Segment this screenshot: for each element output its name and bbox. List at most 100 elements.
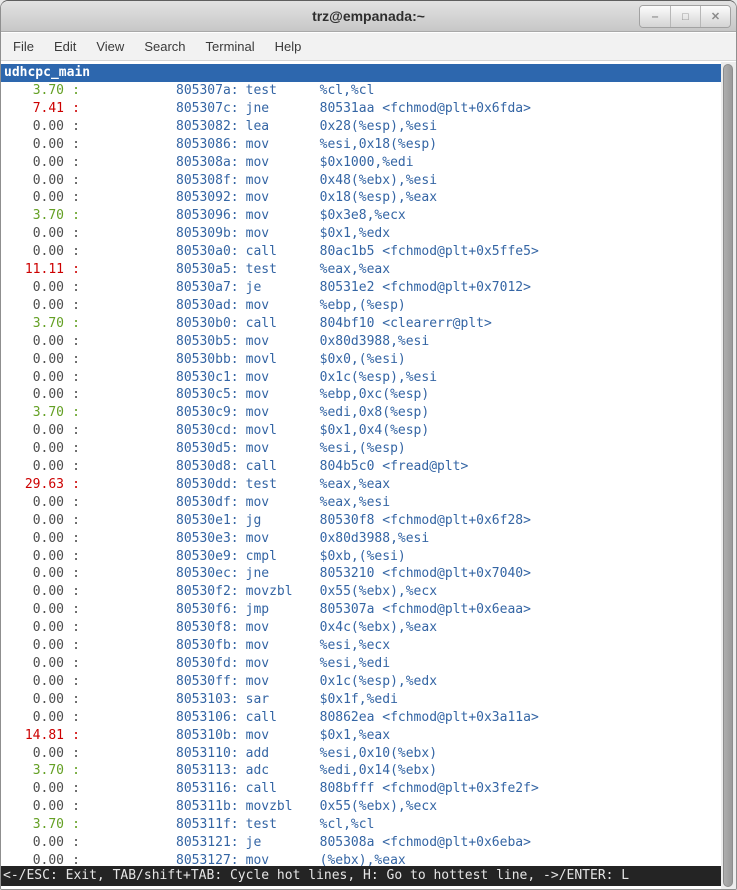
asm-line[interactable]: 0.00:80530df:mov%eax,%esi: [1, 494, 721, 512]
asm-line[interactable]: 0.00:805311b:movzbl0x55(%ebx),%ecx: [1, 798, 721, 816]
instruction-address: 80530bb:: [176, 351, 239, 369]
asm-line[interactable]: 0.00:8053121:je805308a <fchmod@plt+0x6eb…: [1, 834, 721, 852]
instruction-operands: $0x1,%eax: [320, 728, 390, 743]
asm-line[interactable]: 0.00:805308a:mov$0x1000,%edi: [1, 154, 721, 172]
scrollbar-track[interactable]: [721, 62, 736, 889]
close-button[interactable]: ✕: [700, 6, 730, 27]
instruction-mnemonic: call: [246, 780, 320, 798]
asm-line[interactable]: 3.70:8053096:mov$0x3e8,%ecx: [1, 207, 721, 225]
asm-line[interactable]: 0.00:8053110:add%esi,0x10(%ebx): [1, 745, 721, 763]
instruction-mnemonic: movl: [246, 351, 320, 369]
asm-line[interactable]: 29.63:80530dd:test%eax,%eax: [1, 476, 721, 494]
asm-line[interactable]: 0.00:80530f2:movzbl0x55(%ebx),%ecx: [1, 583, 721, 601]
asm-line[interactable]: 0.00:80530c5:mov%ebp,0xc(%esp): [1, 386, 721, 404]
instruction-operands: 0x18(%esp),%eax: [320, 190, 437, 205]
instruction-address: 805310b:: [176, 727, 239, 745]
column-separator: :: [64, 798, 88, 816]
instruction-address: 80530f2:: [176, 583, 239, 601]
asm-line[interactable]: 0.00:80530ad:mov%ebp,(%esp): [1, 297, 721, 315]
minimize-button[interactable]: ‒: [640, 6, 670, 27]
asm-line[interactable]: 0.00:80530fd:mov%esi,%edi: [1, 655, 721, 673]
instruction-mnemonic: jne: [246, 100, 320, 118]
asm-line[interactable]: 0.00:80530b5:mov0x80d3988,%esi: [1, 333, 721, 351]
asm-line[interactable]: 0.00:80530f8:mov0x4c(%ebx),%eax: [1, 619, 721, 637]
asm-line[interactable]: 0.00:80530cd:movl$0x1,0x4(%esp): [1, 422, 721, 440]
asm-line[interactable]: 7.41:805307c:jne80531aa <fchmod@plt+0x6f…: [1, 100, 721, 118]
instruction-mnemonic: je: [246, 834, 320, 852]
asm-line[interactable]: 0.00:805308f:mov0x48(%ebx),%esi: [1, 172, 721, 190]
asm-line[interactable]: 3.70:80530b0:call804bf10 <clearerr@plt>: [1, 315, 721, 333]
asm-line[interactable]: 0.00:80530d8:call804b5c0 <fread@plt>: [1, 458, 721, 476]
asm-line[interactable]: 3.70:805307a:test%cl,%cl: [1, 82, 721, 100]
asm-line[interactable]: 0.00:8053082:lea0x28(%esp),%esi: [1, 118, 721, 136]
instruction-address: 80530b5:: [176, 333, 239, 351]
asm-line[interactable]: 3.70:805311f:test%cl,%cl: [1, 816, 721, 834]
maximize-button[interactable]: □: [670, 6, 700, 27]
column-separator: :: [64, 422, 88, 440]
asm-line[interactable]: 14.81:805310b:mov$0x1,%eax: [1, 727, 721, 745]
instruction-address: 80530f6:: [176, 601, 239, 619]
instruction-address: 805308f:: [176, 172, 239, 190]
menu-item-view[interactable]: View: [86, 34, 134, 59]
asm-line[interactable]: 0.00:8053103:sar$0x1f,%edi: [1, 691, 721, 709]
asm-line[interactable]: 0.00:80530ff:mov0x1c(%esp),%edx: [1, 673, 721, 691]
column-separator: :: [64, 404, 88, 422]
instruction-mnemonic: mov: [246, 154, 320, 172]
asm-line[interactable]: 0.00:80530e1:jg80530f8 <fchmod@plt+0x6f2…: [1, 512, 721, 530]
instruction-mnemonic: mov: [246, 172, 320, 190]
menu-item-help[interactable]: Help: [265, 34, 312, 59]
menu-item-file[interactable]: File: [3, 34, 44, 59]
asm-line[interactable]: 3.70:8053113:adc%edi,0x14(%ebx): [1, 762, 721, 780]
terminal-viewport[interactable]: udhcpc_main 3.70:805307a:test%cl,%cl7.41…: [1, 62, 736, 889]
instruction-mnemonic: mov: [246, 440, 320, 458]
instruction-operands: 0x4c(%ebx),%eax: [320, 620, 437, 635]
asm-line[interactable]: 0.00:8053092:mov0x18(%esp),%eax: [1, 189, 721, 207]
column-separator: :: [64, 297, 88, 315]
instruction-operands: 805307a <fchmod@plt+0x6eaa>: [320, 602, 531, 617]
asm-line[interactable]: 0.00:80530e3:mov0x80d3988,%esi: [1, 530, 721, 548]
instruction-mnemonic: mov: [246, 369, 320, 387]
instruction-operands: 0x80d3988,%esi: [320, 334, 430, 349]
menu-item-search[interactable]: Search: [134, 34, 195, 59]
asm-line[interactable]: 0.00:8053086:mov%esi,0x18(%esp): [1, 136, 721, 154]
asm-line[interactable]: 0.00:80530a0:call80ac1b5 <fchmod@plt+0x5…: [1, 243, 721, 261]
asm-line[interactable]: 0.00:80530f6:jmp805307a <fchmod@plt+0x6e…: [1, 601, 721, 619]
title-bar[interactable]: trz@empanada:~ ‒ □ ✕: [1, 1, 736, 32]
instruction-mnemonic: call: [246, 243, 320, 261]
column-separator: :: [64, 154, 88, 172]
asm-line[interactable]: 0.00:80530a7:je80531e2 <fchmod@plt+0x701…: [1, 279, 721, 297]
asm-line[interactable]: 0.00:8053116:call808bfff <fchmod@plt+0x3…: [1, 780, 721, 798]
asm-line[interactable]: 0.00:805309b:mov$0x1,%edx: [1, 225, 721, 243]
sample-percent: 0.00: [4, 798, 64, 816]
instruction-mnemonic: call: [246, 709, 320, 727]
column-separator: :: [64, 386, 88, 404]
instruction-mnemonic: mov: [246, 530, 320, 548]
maximize-icon: □: [682, 11, 689, 23]
instruction-address: 80530ff:: [176, 673, 239, 691]
function-header[interactable]: udhcpc_main: [1, 64, 721, 82]
column-separator: :: [64, 494, 88, 512]
sample-percent: 0.00: [4, 118, 64, 136]
asm-line[interactable]: 0.00:8053106:call80862ea <fchmod@plt+0x3…: [1, 709, 721, 727]
asm-line[interactable]: 3.70:80530c9:mov%edi,0x8(%esp): [1, 404, 721, 422]
instruction-address: 80530e3:: [176, 530, 239, 548]
asm-line[interactable]: 0.00:80530ec:jne8053210 <fchmod@plt+0x70…: [1, 565, 721, 583]
asm-line[interactable]: 0.00:80530c1:mov0x1c(%esp),%esi: [1, 369, 721, 387]
asm-line[interactable]: 0.00:80530e9:cmpl$0xb,(%esi): [1, 548, 721, 566]
asm-line[interactable]: 0.00:80530bb:movl$0x0,(%esi): [1, 351, 721, 369]
instruction-operands: 804bf10 <clearerr@plt>: [320, 316, 492, 331]
menu-item-terminal[interactable]: Terminal: [196, 34, 265, 59]
asm-line[interactable]: 11.11:80530a5:test%eax,%eax: [1, 261, 721, 279]
scrollbar-thumb[interactable]: [723, 64, 733, 887]
asm-line[interactable]: 0.00:80530fb:mov%esi,%ecx: [1, 637, 721, 655]
menu-item-edit[interactable]: Edit: [44, 34, 86, 59]
instruction-address: 80530e1:: [176, 512, 239, 530]
instruction-address: 80530a5:: [176, 261, 239, 279]
sample-percent: 0.00: [4, 565, 64, 583]
instruction-operands: $0xb,(%esi): [320, 549, 406, 564]
instruction-address: 8053082:: [176, 118, 239, 136]
instruction-operands: %edi,0x14(%ebx): [320, 763, 437, 778]
instruction-operands: %ebp,(%esp): [320, 298, 406, 313]
window-title: trz@empanada:~: [1, 1, 736, 31]
asm-line[interactable]: 0.00:80530d5:mov%esi,(%esp): [1, 440, 721, 458]
